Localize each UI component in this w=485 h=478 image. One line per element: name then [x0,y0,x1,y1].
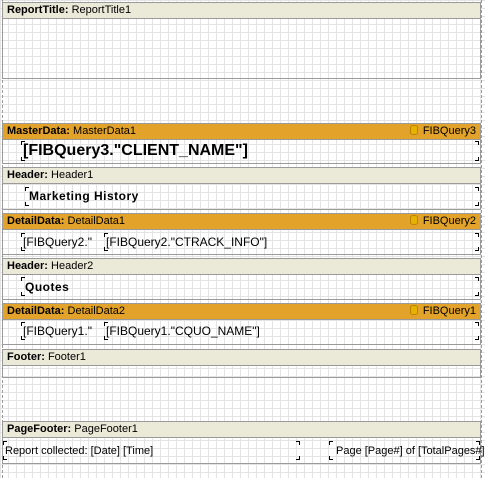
memo-text: [FIBQuery2." [23,235,92,249]
band-body-master-data[interactable]: [FIBQuery3."CLIENT_NAME"] [2,140,481,164]
band-name-label: PageFooter1 [74,423,138,435]
band-type-label: Header: [7,169,48,181]
band-header2[interactable]: Header: Header2 [2,258,481,275]
dataset-name: FIBQuery1 [422,305,476,317]
dataset-link[interactable]: FIBQuery2 [409,214,476,229]
database-icon [409,305,418,315]
band-type-label: MasterData: [7,125,70,137]
dataset-name: FIBQuery2 [422,215,476,227]
selection-corner [475,141,479,145]
band-type-label: DetailData: [7,215,65,227]
band-type-label: Footer: [7,351,45,363]
selection-corner [475,157,479,161]
band-footer[interactable]: Footer: Footer1 [2,349,481,366]
dataset-link[interactable]: FIBQuery3 [409,124,476,139]
band-type-label: DetailData: [7,305,65,317]
page-margin-right [481,0,482,478]
memo-page-number[interactable]: Page [Page#] of [TotalPages#] [329,441,485,460]
memo-report-collected[interactable]: Report collected: [Date] [Time] [3,441,300,460]
selection-corner [475,247,479,251]
selection-corner [329,456,333,460]
memo-cquo-name[interactable]: [FIBQuery1."CQUO_NAME"] [104,322,479,340]
band-header1[interactable]: Header: Header1 [2,167,481,184]
selection-corner [475,202,479,206]
band-type-label: ReportTitle: [7,4,69,16]
dataset-name: FIBQuery3 [422,125,476,137]
band-body-detail-data1[interactable]: [FIBQuery2." [FIBQuery2."CTRACK_INFO"] [2,230,481,255]
memo-text: Report collected: [Date] [Time] [5,445,154,457]
band-body-page-footer[interactable]: Report collected: [Date] [Time] Page [Pa… [2,438,485,464]
band-type-label: Header: [7,260,48,272]
band-report-title[interactable]: ReportTitle: ReportTitle1 [2,2,481,19]
band-name-label: DetailData2 [67,305,126,317]
memo-text: Page [Page#] of [TotalPages#] [336,445,485,457]
selection-corner [296,441,300,445]
band-name-label: Header1 [51,169,94,181]
band-name-label: DetailData1 [67,215,126,227]
selection-corner [475,187,479,191]
selection-corner [475,336,479,340]
memo-quotes[interactable]: Quotes [21,277,479,296]
band-name-label: ReportTitle1 [71,4,132,16]
memo-ctrack-info[interactable]: [FIBQuery2."CTRACK_INFO"] [104,233,479,251]
memo-text: [FIBQuery3."CLIENT_NAME"] [23,142,248,159]
band-body-detail-data2[interactable]: [FIBQuery1." [FIBQuery1."CQUO_NAME"] [2,320,481,345]
band-detail-data2[interactable]: DetailData: DetailData2 FIBQuery1 [2,303,481,320]
selection-corner [296,456,300,460]
selection-corner [329,441,333,445]
band-name-label: Footer1 [47,351,86,363]
database-icon [409,125,418,135]
memo-text: Quotes [25,280,70,294]
band-body-footer[interactable] [2,366,481,378]
selection-corner [475,277,479,281]
memo-text: [FIBQuery1." [23,324,92,338]
selection-corner [475,322,479,326]
memo-text: [FIBQuery1."CQUO_NAME"] [106,324,260,338]
band-body-header1[interactable]: Marketing History [2,184,481,210]
band-detail-data1[interactable]: DetailData: DetailData1 FIBQuery2 [2,213,481,230]
memo-detail2-a[interactable]: [FIBQuery1." [21,322,104,340]
band-body-report-title[interactable] [2,19,481,79]
database-icon [409,215,418,225]
memo-marketing-history[interactable]: Marketing History [25,187,479,206]
memo-text: [FIBQuery2."CTRACK_INFO"] [106,235,268,249]
band-name-label: Header2 [51,260,94,272]
band-name-label: MasterData1 [73,125,137,137]
band-type-label: PageFooter: [7,423,72,435]
memo-text: Marketing History [29,189,139,203]
memo-client-name[interactable]: [FIBQuery3."CLIENT_NAME"] [21,141,479,161]
selection-corner [475,233,479,237]
band-master-data[interactable]: MasterData: MasterData1 FIBQuery3 [2,123,481,140]
dataset-link[interactable]: FIBQuery1 [409,304,476,319]
memo-detail1-a[interactable]: [FIBQuery2." [21,233,104,251]
band-body-header2[interactable]: Quotes [2,275,481,300]
band-page-footer[interactable]: PageFooter: PageFooter1 [2,421,481,438]
selection-corner [475,292,479,296]
